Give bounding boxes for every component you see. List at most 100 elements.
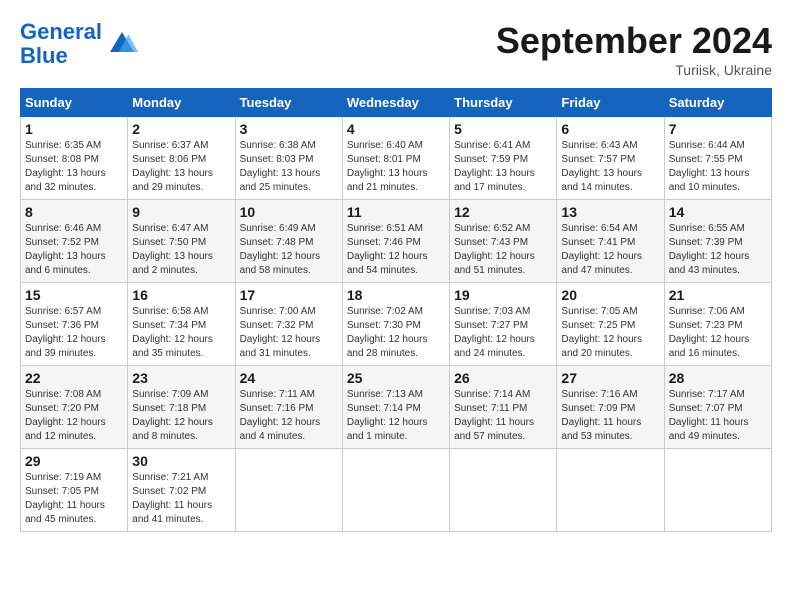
day-number: 24 [240, 370, 338, 386]
calendar-day-cell: 18Sunrise: 7:02 AM Sunset: 7:30 PM Dayli… [342, 283, 449, 366]
day-info: Sunrise: 7:00 AM Sunset: 7:32 PM Dayligh… [240, 305, 338, 361]
calendar-day-cell: 10 Sunrise: 6:49 AM Sunset: 7:48 PM Dayli… [235, 200, 342, 283]
calendar-week-row: 8Sunrise: 6:46 AM Sunset: 7:52 PM Daylig… [21, 200, 772, 283]
logo: GeneralBlue [20, 20, 138, 68]
calendar-day-cell: 13Sunrise: 6:54 AM Sunset: 7:41 PM Dayli… [557, 200, 664, 283]
logo-text: GeneralBlue [20, 20, 102, 68]
day-info: Sunrise: 7:11 AM Sunset: 7:16 PM Dayligh… [240, 388, 338, 444]
day-number: 4 [347, 121, 445, 137]
day-number: 7 [669, 121, 767, 137]
day-info: Sunrise: 7:14 AM Sunset: 7:11 PM Dayligh… [454, 388, 552, 444]
day-info: Sunrise: 6:51 AM Sunset: 7:46 PM Dayligh… [347, 222, 445, 278]
day-info: Sunrise: 6:54 AM Sunset: 7:41 PM Dayligh… [561, 222, 659, 278]
day-info: Sunrise: 6:38 AM Sunset: 8:03 PM Dayligh… [240, 139, 338, 195]
calendar-day-cell: 27 Sunrise: 7:16 AM Sunset: 7:09 PM Dayli… [557, 366, 664, 449]
day-number: 21 [669, 287, 767, 303]
calendar-day-cell: 20 Sunrise: 7:05 AM Sunset: 7:25 PM Dayli… [557, 283, 664, 366]
day-info: Sunrise: 7:03 AM Sunset: 7:27 PM Dayligh… [454, 305, 552, 361]
calendar-day-cell: 7 Sunrise: 6:44 AM Sunset: 7:55 PM Daylig… [664, 117, 771, 200]
calendar-week-row: 29 Sunrise: 7:19 AM Sunset: 7:05 PM Dayli… [21, 449, 772, 532]
day-info: Sunrise: 6:52 AM Sunset: 7:43 PM Dayligh… [454, 222, 552, 278]
calendar-day-cell: 2Sunrise: 6:37 AM Sunset: 8:06 PM Daylig… [128, 117, 235, 200]
day-number: 30 [132, 453, 230, 469]
weekday-header: Saturday [664, 89, 771, 117]
day-number: 3 [240, 121, 338, 137]
day-number: 22 [25, 370, 123, 386]
day-info: Sunrise: 7:08 AM Sunset: 7:20 PM Dayligh… [25, 388, 123, 444]
day-number: 15 [25, 287, 123, 303]
day-info: Sunrise: 6:49 AM Sunset: 7:48 PM Dayligh… [240, 222, 338, 278]
calendar-day-cell: 26 Sunrise: 7:14 AM Sunset: 7:11 PM Dayli… [450, 366, 557, 449]
calendar-day-cell: 9 Sunrise: 6:47 AM Sunset: 7:50 PM Daylig… [128, 200, 235, 283]
day-number: 6 [561, 121, 659, 137]
calendar-day-cell: 12 Sunrise: 6:52 AM Sunset: 7:43 PM Dayli… [450, 200, 557, 283]
day-info: Sunrise: 6:44 AM Sunset: 7:55 PM Dayligh… [669, 139, 767, 195]
calendar-day-cell: 8Sunrise: 6:46 AM Sunset: 7:52 PM Daylig… [21, 200, 128, 283]
calendar-day-cell: 22 Sunrise: 7:08 AM Sunset: 7:20 PM Dayli… [21, 366, 128, 449]
calendar-day-cell: 23 Sunrise: 7:09 AM Sunset: 7:18 PM Dayli… [128, 366, 235, 449]
day-number: 17 [240, 287, 338, 303]
header-row: SundayMondayTuesdayWednesdayThursdayFrid… [21, 89, 772, 117]
day-number: 5 [454, 121, 552, 137]
day-number: 28 [669, 370, 767, 386]
day-number: 20 [561, 287, 659, 303]
day-number: 12 [454, 204, 552, 220]
calendar-week-row: 22 Sunrise: 7:08 AM Sunset: 7:20 PM Dayli… [21, 366, 772, 449]
day-info: Sunrise: 7:21 AM Sunset: 7:02 PM Dayligh… [132, 471, 230, 527]
empty-cell [342, 449, 449, 532]
day-number: 10 [240, 204, 338, 220]
day-info: Sunrise: 6:57 AM Sunset: 7:36 PM Dayligh… [25, 305, 123, 361]
day-number: 19 [454, 287, 552, 303]
calendar-day-cell: 4 Sunrise: 6:40 AM Sunset: 8:01 PM Daylig… [342, 117, 449, 200]
month-title: September 2024 [496, 20, 772, 62]
page-header: GeneralBlue September 2024 Turiisk, Ukra… [20, 20, 772, 78]
weekday-header: Thursday [450, 89, 557, 117]
empty-cell [664, 449, 771, 532]
calendar-day-cell: 29 Sunrise: 7:19 AM Sunset: 7:05 PM Dayli… [21, 449, 128, 532]
calendar-week-row: 1Sunrise: 6:35 AM Sunset: 8:08 PM Daylig… [21, 117, 772, 200]
title-block: September 2024 Turiisk, Ukraine [496, 20, 772, 78]
weekday-header: Tuesday [235, 89, 342, 117]
day-info: Sunrise: 7:09 AM Sunset: 7:18 PM Dayligh… [132, 388, 230, 444]
day-number: 26 [454, 370, 552, 386]
day-info: Sunrise: 7:16 AM Sunset: 7:09 PM Dayligh… [561, 388, 659, 444]
calendar-day-cell: 14Sunrise: 6:55 AM Sunset: 7:39 PM Dayli… [664, 200, 771, 283]
day-number: 1 [25, 121, 123, 137]
calendar-day-cell: 24 Sunrise: 7:11 AM Sunset: 7:16 PM Dayli… [235, 366, 342, 449]
weekday-header: Monday [128, 89, 235, 117]
day-info: Sunrise: 6:55 AM Sunset: 7:39 PM Dayligh… [669, 222, 767, 278]
empty-cell [557, 449, 664, 532]
day-info: Sunrise: 7:19 AM Sunset: 7:05 PM Dayligh… [25, 471, 123, 527]
calendar-day-cell: 3 Sunrise: 6:38 AM Sunset: 8:03 PM Daylig… [235, 117, 342, 200]
day-number: 9 [132, 204, 230, 220]
day-info: Sunrise: 7:05 AM Sunset: 7:25 PM Dayligh… [561, 305, 659, 361]
day-number: 25 [347, 370, 445, 386]
calendar-day-cell: 21 Sunrise: 7:06 AM Sunset: 7:23 PM Dayli… [664, 283, 771, 366]
calendar-week-row: 15 Sunrise: 6:57 AM Sunset: 7:36 PM Dayli… [21, 283, 772, 366]
day-number: 23 [132, 370, 230, 386]
day-number: 11 [347, 204, 445, 220]
day-info: Sunrise: 6:40 AM Sunset: 8:01 PM Dayligh… [347, 139, 445, 195]
day-number: 27 [561, 370, 659, 386]
calendar-day-cell: 11 Sunrise: 6:51 AM Sunset: 7:46 PM Dayli… [342, 200, 449, 283]
calendar-day-cell: 17 Sunrise: 7:00 AM Sunset: 7:32 PM Dayli… [235, 283, 342, 366]
calendar-table: SundayMondayTuesdayWednesdayThursdayFrid… [20, 88, 772, 532]
empty-cell [450, 449, 557, 532]
calendar-day-cell: 30 Sunrise: 7:21 AM Sunset: 7:02 PM Dayli… [128, 449, 235, 532]
subtitle: Turiisk, Ukraine [496, 62, 772, 78]
day-info: Sunrise: 6:37 AM Sunset: 8:06 PM Dayligh… [132, 139, 230, 195]
day-info: Sunrise: 6:41 AM Sunset: 7:59 PM Dayligh… [454, 139, 552, 195]
day-info: Sunrise: 6:46 AM Sunset: 7:52 PM Dayligh… [25, 222, 123, 278]
weekday-header: Sunday [21, 89, 128, 117]
calendar-day-cell: 5 Sunrise: 6:41 AM Sunset: 7:59 PM Daylig… [450, 117, 557, 200]
day-info: Sunrise: 6:47 AM Sunset: 7:50 PM Dayligh… [132, 222, 230, 278]
day-info: Sunrise: 7:13 AM Sunset: 7:14 PM Dayligh… [347, 388, 445, 444]
weekday-header: Friday [557, 89, 664, 117]
day-number: 29 [25, 453, 123, 469]
day-number: 18 [347, 287, 445, 303]
calendar-day-cell: 1Sunrise: 6:35 AM Sunset: 8:08 PM Daylig… [21, 117, 128, 200]
calendar-day-cell: 19 Sunrise: 7:03 AM Sunset: 7:27 PM Dayli… [450, 283, 557, 366]
day-number: 16 [132, 287, 230, 303]
empty-cell [235, 449, 342, 532]
day-info: Sunrise: 7:06 AM Sunset: 7:23 PM Dayligh… [669, 305, 767, 361]
